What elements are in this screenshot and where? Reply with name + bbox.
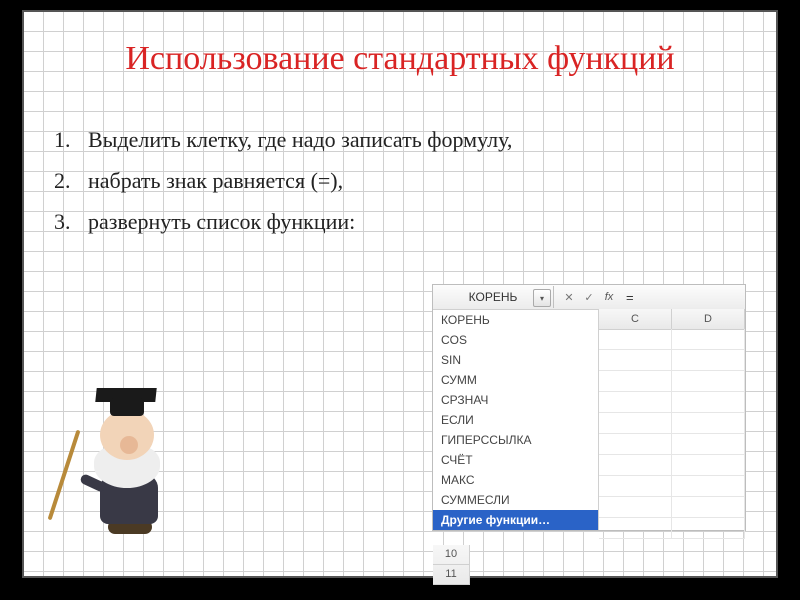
cell[interactable] [599,350,672,370]
cell[interactable] [599,371,672,391]
dropdown-item[interactable]: ЕСЛИ [433,410,598,430]
cell[interactable] [599,413,672,433]
slide-frame: Использование стандартных функций 1. Выд… [22,10,778,578]
table-row [599,497,745,518]
prof-nose [120,436,138,454]
cancel-icon[interactable]: ✕ [560,288,578,306]
column-headers: C D [599,309,745,330]
cell[interactable] [672,476,745,496]
cell[interactable] [599,329,672,349]
list-item: 3. развернуть список функции: [54,204,746,239]
dropdown-item[interactable]: СРЗНАЧ [433,390,598,410]
graduation-cap-base [110,398,144,416]
formula-bar-row: КОРЕНЬ ▾ ✕ ✓ fx = [433,285,745,310]
list-text: набрать знак равняется (=), [88,163,343,198]
dropdown-item[interactable]: СЧЁТ [433,450,598,470]
list-text: Выделить клетку, где надо записать форму… [88,122,512,157]
formula-bar-buttons: ✕ ✓ fx [560,288,618,306]
column-header[interactable]: C [599,309,672,329]
row-header[interactable]: 10 [433,545,469,565]
list-number: 2. [54,163,88,198]
cell[interactable] [672,350,745,370]
professor-illustration [60,388,190,538]
cells-area [599,329,745,530]
dropdown-item[interactable]: COS [433,330,598,350]
excel-screenshot: КОРЕНЬ ▾ ✕ ✓ fx = C D КОРЕНЬ COS SIN СУМ… [432,284,746,531]
column-header[interactable]: D [672,309,745,329]
cell[interactable] [672,371,745,391]
dropdown-item[interactable]: МАКС [433,470,598,490]
name-box[interactable]: КОРЕНЬ ▾ [433,286,554,308]
cell[interactable] [599,434,672,454]
slide: Использование стандартных функций 1. Выд… [0,0,800,600]
pointer-stick [48,430,81,521]
dropdown-item[interactable]: СУММ [433,370,598,390]
cell[interactable] [672,329,745,349]
chevron-down-icon[interactable]: ▾ [533,289,551,307]
list-item: 2. набрать знак равняется (=), [54,163,746,198]
cell[interactable] [672,455,745,475]
list-number: 1. [54,122,88,157]
cell[interactable] [672,392,745,412]
list-number: 3. [54,204,88,239]
table-row [599,413,745,434]
dropdown-item[interactable]: ГИПЕРССЫЛКА [433,430,598,450]
dropdown-item[interactable]: КОРЕНЬ [433,310,598,330]
row-headers: 10 11 [433,545,470,585]
cell[interactable] [599,392,672,412]
cell[interactable] [672,497,745,517]
formula-bar-input[interactable]: = [626,290,634,305]
instruction-list: 1. Выделить клетку, где надо записать фо… [54,122,746,246]
list-text: развернуть список функции: [88,204,355,239]
fx-icon[interactable]: fx [600,288,618,306]
dropdown-item[interactable]: SIN [433,350,598,370]
cell[interactable] [599,518,672,538]
cell[interactable] [599,476,672,496]
cell[interactable] [599,497,672,517]
table-row [599,329,745,350]
dropdown-item-selected[interactable]: Другие функции… [433,510,598,530]
table-row [599,518,745,539]
cell[interactable] [672,518,745,538]
table-row [599,455,745,476]
table-row [599,392,745,413]
table-row [599,476,745,497]
slide-title: Использование стандартных функций [24,40,776,78]
cell[interactable] [672,434,745,454]
cell[interactable] [599,455,672,475]
accept-icon[interactable]: ✓ [580,288,598,306]
function-dropdown[interactable]: КОРЕНЬ COS SIN СУММ СРЗНАЧ ЕСЛИ ГИПЕРССЫ… [433,310,599,530]
table-row [599,434,745,455]
name-box-value: КОРЕНЬ [469,290,518,304]
table-row [599,350,745,371]
list-item: 1. Выделить клетку, где надо записать фо… [54,122,746,157]
row-header[interactable]: 11 [433,565,469,585]
dropdown-item[interactable]: СУММЕСЛИ [433,490,598,510]
table-row [599,371,745,392]
cell[interactable] [672,413,745,433]
